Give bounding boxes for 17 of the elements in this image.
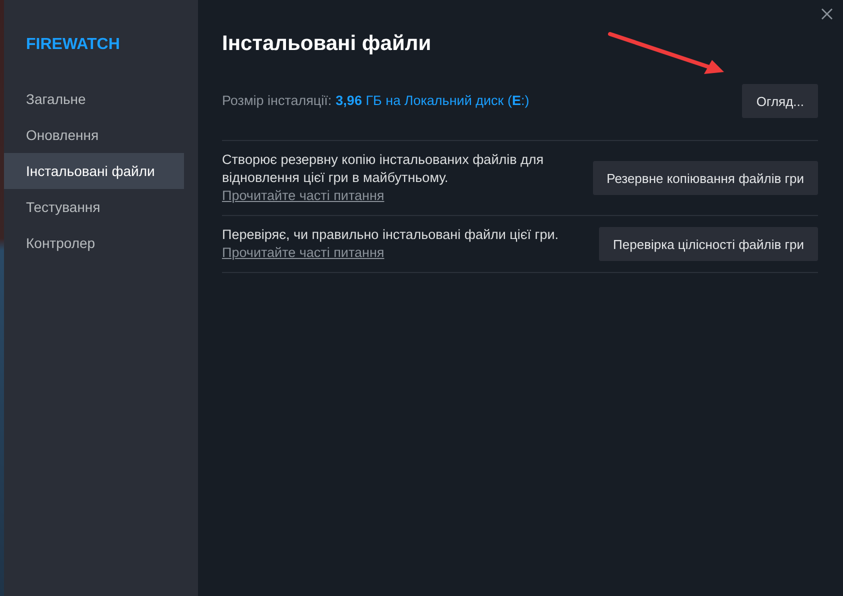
action-description: Створює резервну копію інстальованих файлів для відновлення цієї гри в майбутньому. <box>222 151 545 187</box>
action-button[interactable]: Перевірка цілісності файлів гри <box>599 227 818 261</box>
faq-link[interactable]: Прочитайте часті питання <box>222 188 384 203</box>
sidebar-item[interactable]: Оновлення <box>4 117 184 153</box>
sidebar-item[interactable]: Контролер <box>4 225 184 261</box>
game-title: FIREWATCH <box>25 36 121 55</box>
faq-link[interactable]: Прочитайте часті питання <box>222 245 384 260</box>
close-icon[interactable] <box>821 8 833 20</box>
action-button[interactable]: Резервне копіювання файлів гри <box>592 161 818 195</box>
sidebar-item[interactable]: Загальне <box>4 81 184 117</box>
install-size-label: Розмір інсталяції: <box>222 93 332 108</box>
page-title: Інстальовані файли <box>222 32 432 56</box>
sidebar-item[interactable]: Інстальовані файли <box>4 153 184 189</box>
action-description: Перевіряє, чи правильно інстальовані файли цієї гри. <box>222 226 559 244</box>
browse-button[interactable]: Огляд... <box>742 84 818 118</box>
sidebar-item[interactable]: Тестування <box>4 189 184 225</box>
install-size-value: 3,96 ГБ на Локальний диск (E:) <box>336 93 530 108</box>
